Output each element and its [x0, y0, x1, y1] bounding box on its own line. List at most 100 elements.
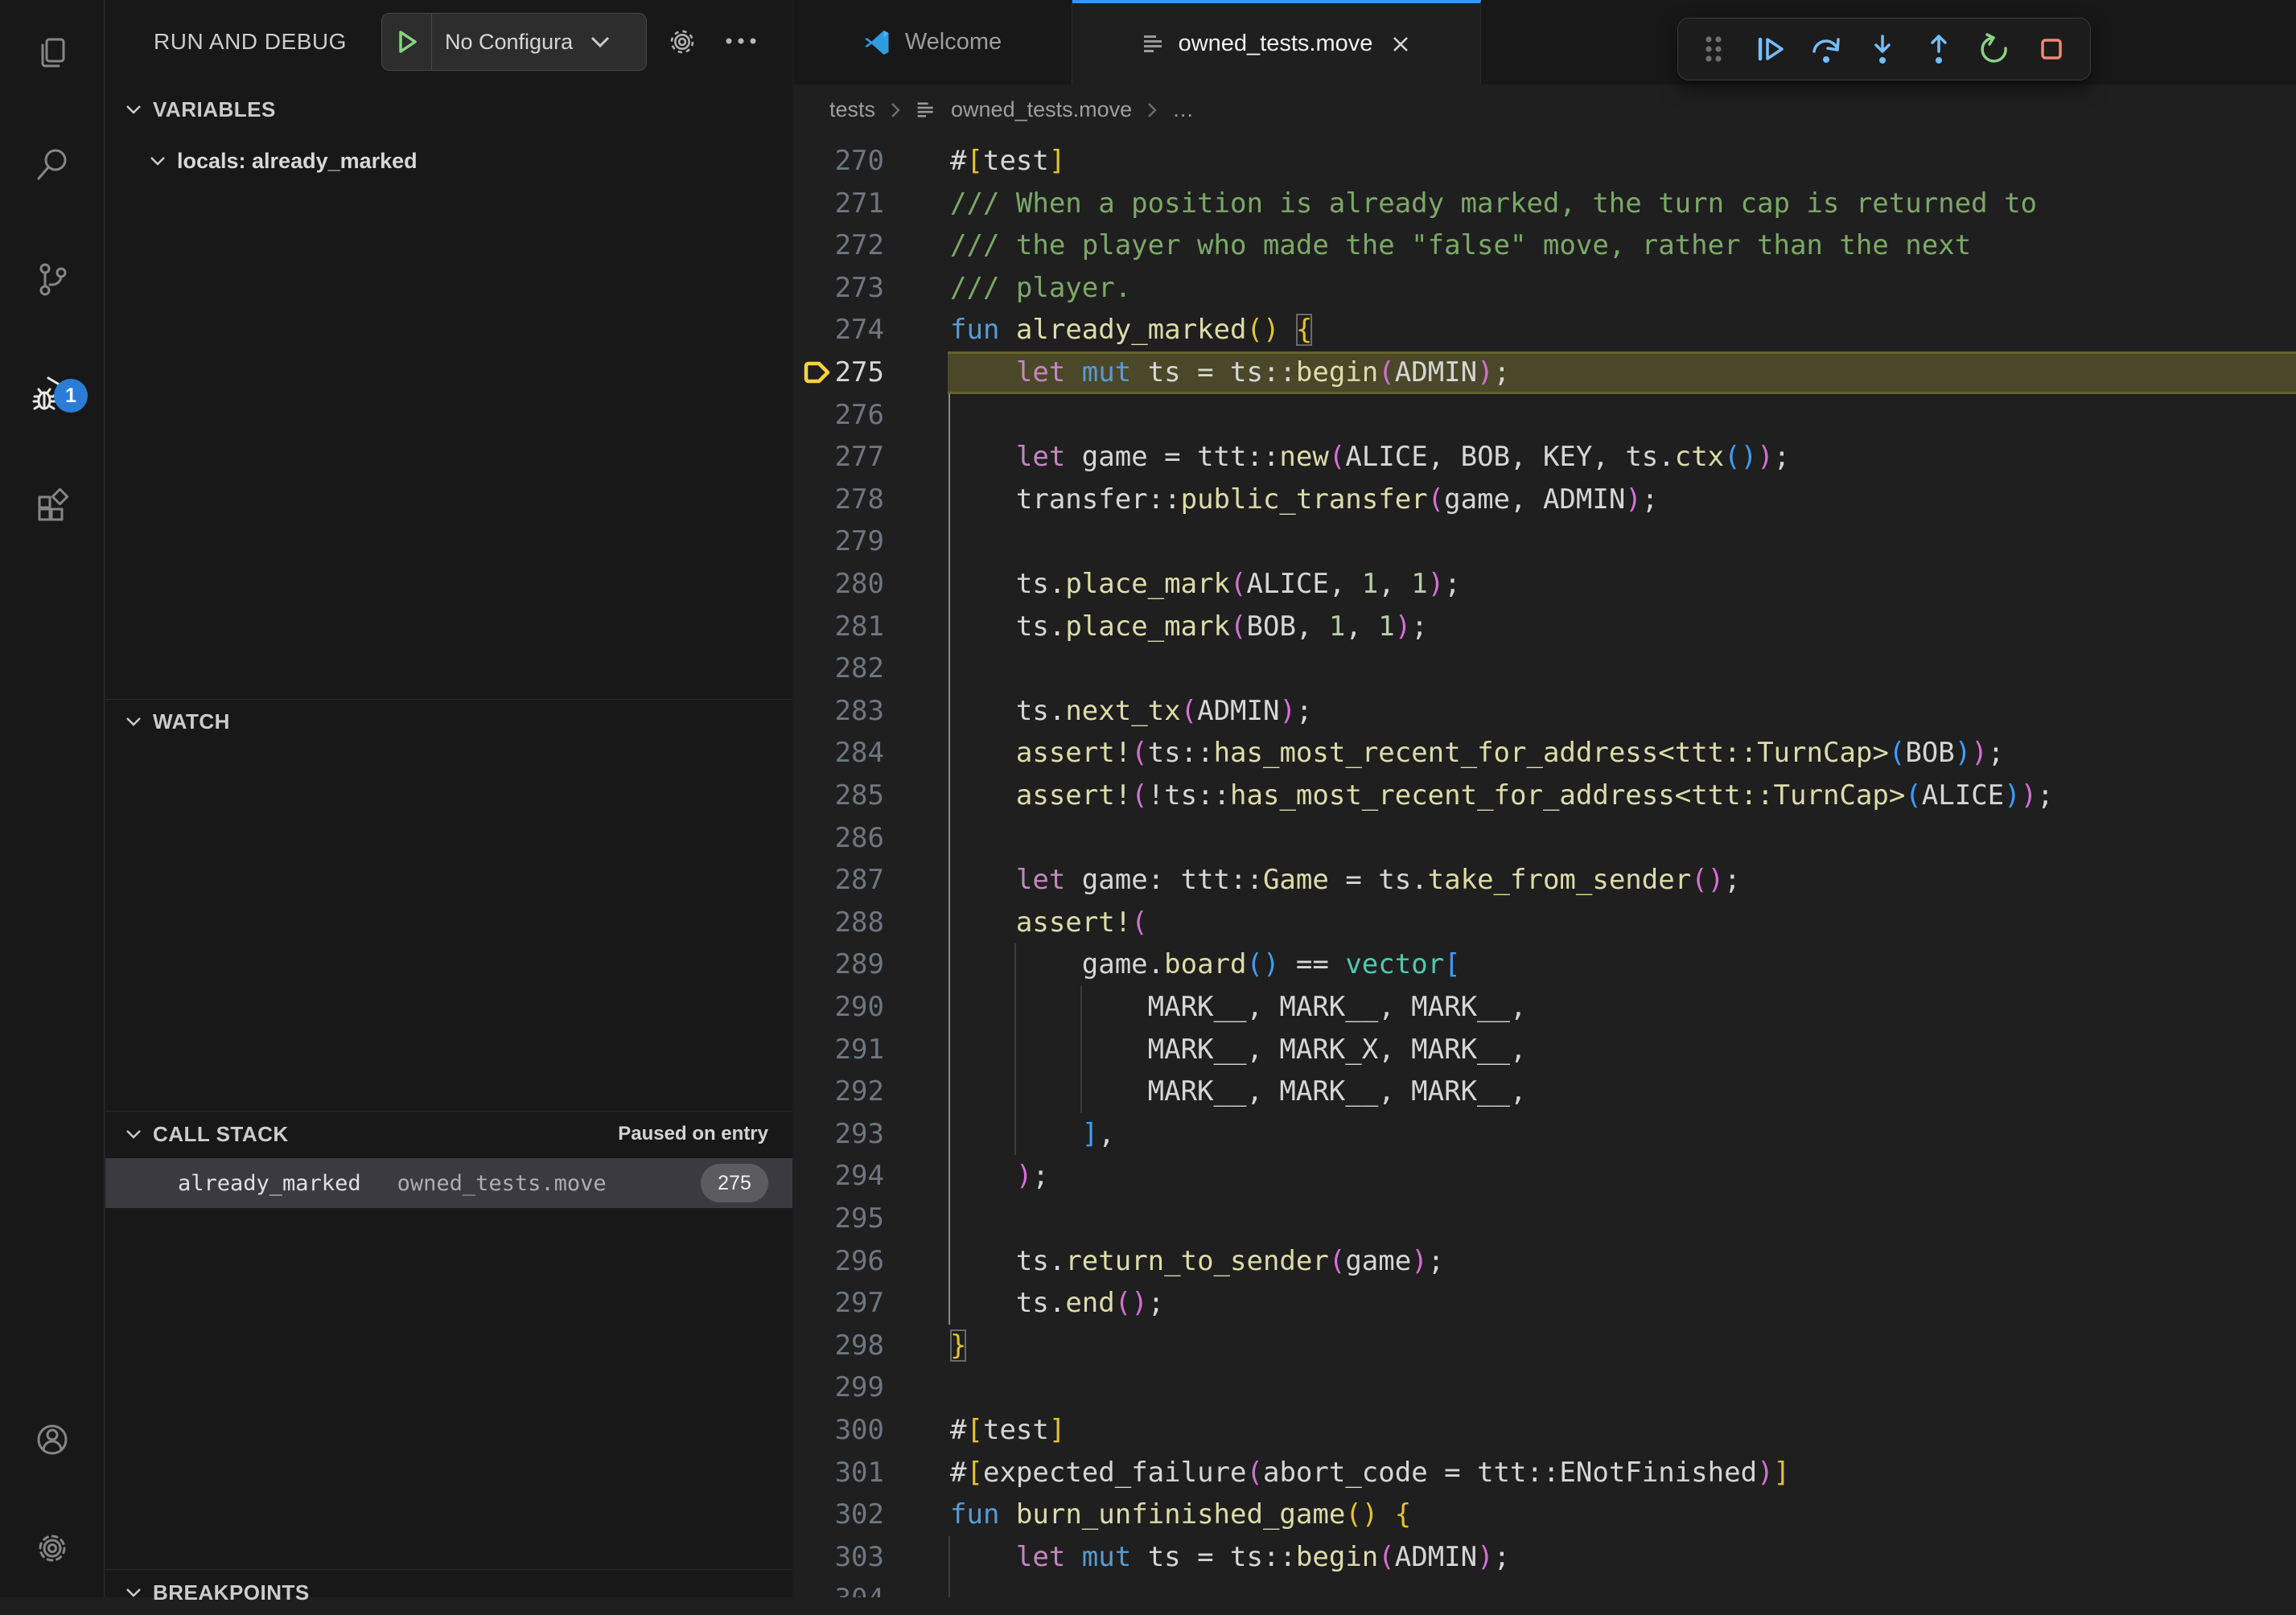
continue-button[interactable] [1744, 23, 1796, 75]
line-number[interactable]: 282 [793, 647, 884, 690]
line-number[interactable]: 278 [793, 479, 884, 521]
code-row[interactable]: 298} [793, 1325, 2296, 1367]
line-number[interactable]: 281 [793, 606, 884, 648]
code-row[interactable]: 290 MARK__, MARK__, MARK__, [793, 986, 2296, 1029]
line-number[interactable]: 272 [793, 224, 884, 267]
code-editor[interactable]: 270#[test]271/// When a position is alre… [793, 135, 2296, 1597]
code-row[interactable]: 303 let mut ts = ts::begin(ADMIN); [793, 1536, 2296, 1579]
line-number[interactable]: 273 [793, 267, 884, 310]
toolbar-drag-handle[interactable] [1688, 23, 1739, 75]
code-row[interactable]: 289 game.board() == vector[ [793, 943, 2296, 986]
line-number[interactable]: 283 [793, 690, 884, 733]
extensions-icon[interactable] [0, 468, 105, 545]
breadcrumb-tests[interactable]: tests [829, 97, 875, 122]
code-row[interactable]: 300#[test] [793, 1409, 2296, 1452]
line-number[interactable]: 291 [793, 1029, 884, 1071]
line-number[interactable]: 275 [793, 351, 884, 394]
line-number[interactable]: 302 [793, 1494, 884, 1536]
code-row[interactable]: 274fun already_marked() { [793, 309, 2296, 351]
line-number[interactable]: 280 [793, 563, 884, 606]
code-row[interactable]: 302fun burn_unfinished_game() { [793, 1494, 2296, 1536]
debug-config-picker[interactable]: No Configura [381, 13, 647, 71]
step-into-button[interactable] [1857, 23, 1908, 75]
code-row[interactable]: 275 let mut ts = ts::begin(ADMIN); [793, 351, 2296, 394]
line-number[interactable]: 274 [793, 309, 884, 351]
explorer-icon[interactable] [0, 15, 105, 92]
line-number[interactable]: 276 [793, 394, 884, 437]
code-row[interactable]: 288 assert!( [793, 902, 2296, 944]
stop-button[interactable] [2026, 23, 2077, 75]
code-row[interactable]: 287 let game: ttt::Game = ts.take_from_s… [793, 859, 2296, 902]
call-stack-frame[interactable]: already_markedowned_tests.move275 [105, 1158, 792, 1208]
run-and-debug-icon[interactable]: 1 [0, 355, 105, 433]
code-row[interactable]: 273/// player. [793, 267, 2296, 310]
code-row[interactable]: 304 [793, 1578, 2296, 1597]
code-row[interactable]: 299 [793, 1366, 2296, 1409]
code-row[interactable]: 291 MARK__, MARK_X, MARK__, [793, 1029, 2296, 1071]
search-icon[interactable] [0, 126, 105, 203]
code-row[interactable]: 280 ts.place_mark(ALICE, 1, 1); [793, 563, 2296, 606]
line-number[interactable]: 290 [793, 986, 884, 1029]
debug-settings-gear-icon[interactable] [666, 26, 698, 62]
variables-scope-row[interactable]: locals: already_marked [105, 138, 792, 183]
code-row[interactable]: 295 [793, 1198, 2296, 1240]
line-number[interactable]: 304 [793, 1578, 884, 1597]
line-number[interactable]: 289 [793, 943, 884, 986]
code-row[interactable]: 294 ); [793, 1155, 2296, 1198]
source-control-icon[interactable] [0, 240, 105, 318]
code-row[interactable]: 293 ], [793, 1113, 2296, 1156]
line-number[interactable]: 271 [793, 183, 884, 225]
code-row[interactable]: 296 ts.return_to_sender(game); [793, 1240, 2296, 1283]
settings-gear-icon[interactable] [0, 1510, 105, 1587]
line-number[interactable]: 279 [793, 520, 884, 563]
breakpoints-section-header[interactable]: BREAKPOINTS [105, 1570, 792, 1615]
code-row[interactable]: 301#[expected_failure(abort_code = ttt::… [793, 1452, 2296, 1494]
code-row[interactable]: 277 let game = ttt::new(ALICE, BOB, KEY,… [793, 436, 2296, 479]
step-over-button[interactable] [1800, 23, 1852, 75]
code-row[interactable]: 284 assert!(ts::has_most_recent_for_addr… [793, 732, 2296, 775]
line-number[interactable]: 270 [793, 140, 884, 183]
start-debug-button[interactable] [382, 14, 432, 70]
line-number[interactable]: 277 [793, 436, 884, 479]
line-number[interactable]: 287 [793, 859, 884, 902]
line-number[interactable]: 297 [793, 1282, 884, 1325]
line-number[interactable]: 294 [793, 1155, 884, 1198]
code-row[interactable]: 297 ts.end(); [793, 1282, 2296, 1325]
line-number[interactable]: 300 [793, 1409, 884, 1452]
line-number[interactable]: 285 [793, 775, 884, 817]
more-actions-icon[interactable] [723, 35, 759, 51]
line-number[interactable]: 298 [793, 1325, 884, 1367]
code-row[interactable]: 272/// the player who made the "false" m… [793, 224, 2296, 267]
code-row[interactable]: 292 MARK__, MARK__, MARK__, [793, 1071, 2296, 1113]
line-number[interactable]: 303 [793, 1536, 884, 1579]
variables-section-header[interactable]: VARIABLES [105, 87, 792, 132]
line-number[interactable]: 284 [793, 732, 884, 775]
code-row[interactable]: 281 ts.place_mark(BOB, 1, 1); [793, 606, 2296, 648]
tab-owned-tests-move[interactable]: owned_tests.move [1072, 0, 1481, 84]
breadcrumb-file[interactable]: owned_tests.move [951, 97, 1132, 122]
account-icon[interactable] [0, 1401, 105, 1478]
code-row[interactable]: 282 [793, 647, 2296, 690]
line-number[interactable]: 288 [793, 902, 884, 944]
code-row[interactable]: 278 transfer::public_transfer(game, ADMI… [793, 479, 2296, 521]
watch-section-header[interactable]: WATCH [105, 699, 792, 744]
line-number[interactable]: 301 [793, 1452, 884, 1494]
line-number[interactable]: 292 [793, 1071, 884, 1113]
code-row[interactable]: 271/// When a position is already marked… [793, 183, 2296, 225]
close-icon[interactable] [1390, 34, 1411, 55]
breadcrumb-symbol[interactable]: … [1172, 97, 1194, 122]
step-out-button[interactable] [1913, 23, 1965, 75]
call-stack-section-header[interactable]: CALL STACK Paused on entry [105, 1112, 792, 1157]
line-number[interactable]: 296 [793, 1240, 884, 1283]
code-row[interactable]: 283 ts.next_tx(ADMIN); [793, 690, 2296, 733]
line-number[interactable]: 295 [793, 1198, 884, 1240]
tab-welcome[interactable]: Welcome [793, 0, 1072, 84]
line-number[interactable]: 286 [793, 817, 884, 860]
code-row[interactable]: 286 [793, 817, 2296, 860]
code-row[interactable]: 285 assert!(!ts::has_most_recent_for_add… [793, 775, 2296, 817]
restart-button[interactable] [1969, 23, 2021, 75]
line-number[interactable]: 293 [793, 1113, 884, 1156]
code-row[interactable]: 279 [793, 520, 2296, 563]
line-number[interactable]: 299 [793, 1366, 884, 1409]
code-row[interactable]: 276 [793, 394, 2296, 437]
